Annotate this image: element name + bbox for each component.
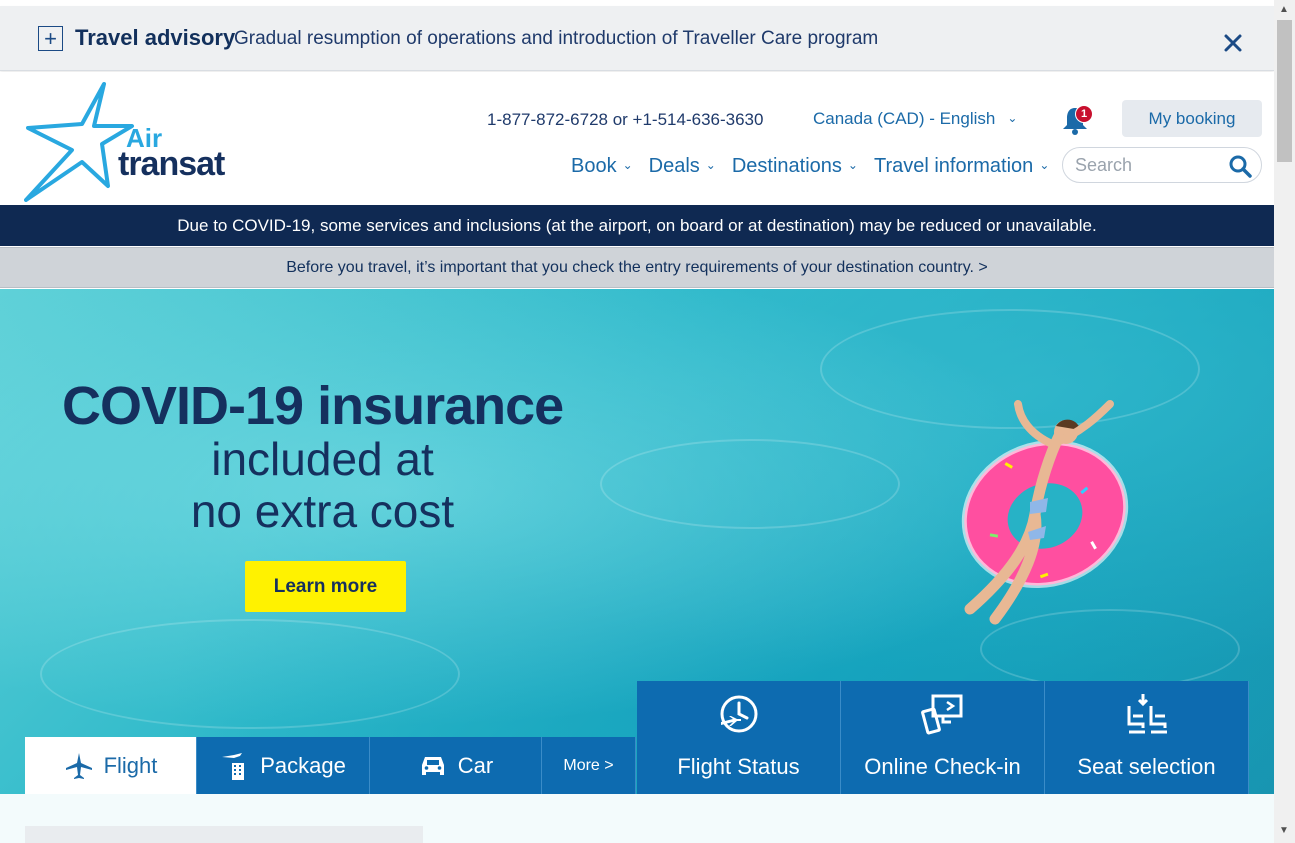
booking-tabs: Flight Package Car More > (25, 737, 636, 794)
nav-item-destinations[interactable]: Destinations ⌄ (732, 155, 858, 178)
quick-links: Flight Status Online Check-in Seat selec… (637, 681, 1249, 794)
chevron-down-icon: ⌄ (622, 158, 633, 172)
flight-status-button[interactable]: Flight Status (637, 681, 841, 794)
expand-icon[interactable]: + (38, 26, 63, 51)
quick-link-label: Online Check-in (864, 754, 1021, 779)
chevron-down-icon: ⌄ (1039, 158, 1050, 172)
svg-text:transat: transat (118, 145, 225, 183)
tab-label: Car (457, 752, 494, 778)
water-ripple (40, 619, 460, 729)
search-input[interactable] (1075, 154, 1225, 176)
quick-link-label: Flight Status (677, 754, 800, 779)
close-icon[interactable] (1220, 30, 1246, 56)
tab-label: Flight (103, 752, 158, 778)
nav-item-label: Travel information (873, 155, 1034, 177)
nav-item-travel-information[interactable]: Travel information ⌄ (874, 155, 1049, 178)
tab-car[interactable]: Car (370, 737, 542, 794)
donut-float-image (961, 400, 1129, 625)
scroll-down-icon[interactable]: ▼ (1279, 825, 1289, 836)
my-booking-button[interactable]: My booking (1122, 100, 1262, 137)
covid-notice-banner: Due to COVID-19, some services and inclu… (0, 205, 1274, 246)
learn-more-button[interactable]: Learn more (245, 561, 406, 612)
air-transat-logo[interactable]: Air transat (24, 82, 244, 202)
travel-advisory-bar: + Travel advisory Gradual resumption of … (0, 6, 1274, 71)
nav-item-label: Destinations (731, 155, 842, 177)
scroll-up-icon[interactable]: ▲ (1279, 4, 1289, 15)
clock-plane-icon (720, 695, 757, 733)
quick-link-label: Seat selection (1077, 754, 1216, 779)
locale-selector[interactable]: Canada (CAD) - English ⌄ (813, 109, 1017, 129)
search-icon[interactable] (1228, 154, 1252, 178)
nav-item-book[interactable]: Book ⌄ (571, 155, 633, 178)
entry-requirements-link[interactable]: Before you travel, it’s important that y… (0, 247, 1274, 288)
booking-form-card (25, 826, 423, 843)
chevron-down-icon: ⌄ (1007, 111, 1018, 125)
water-ripple (600, 439, 900, 529)
phone-numbers[interactable]: 1-877-872-6728 or +1-514-636-3630 (487, 110, 763, 130)
tab-flight[interactable]: Flight (25, 737, 197, 794)
scrollbar-thumb[interactable] (1277, 20, 1292, 162)
page-scrollbar[interactable]: ▲ ▼ (1274, 0, 1295, 843)
tab-more[interactable]: More > (542, 737, 636, 794)
search-box (1062, 147, 1262, 183)
checkin-icon (920, 694, 962, 735)
chevron-down-icon: ⌄ (847, 158, 858, 172)
hero-subline-1: included at (211, 433, 434, 485)
tab-label: Package (260, 752, 346, 778)
car-icon (421, 756, 444, 775)
seat-selection-button[interactable]: Seat selection (1045, 681, 1249, 794)
hero-headline: COVID-19 insurance (62, 376, 564, 436)
main-nav: Book ⌄ Deals ⌄ Destinations ⌄ Travel inform… (571, 155, 1065, 178)
chevron-down-icon: ⌄ (705, 158, 716, 172)
advisory-title[interactable]: Travel advisory (75, 25, 235, 51)
nav-item-label: Book (571, 155, 617, 177)
locale-label: Canada (CAD) - English (813, 109, 996, 128)
hero-subline-2: no extra cost (190, 485, 455, 537)
plane-icon (65, 752, 92, 779)
seat-icon (1127, 694, 1167, 734)
tab-package[interactable]: Package (197, 737, 370, 794)
page: + Travel advisory Gradual resumption of … (0, 0, 1274, 843)
online-check-in-button[interactable]: Online Check-in (841, 681, 1045, 794)
hotel-icon (222, 752, 245, 780)
nav-item-deals[interactable]: Deals ⌄ (649, 155, 716, 178)
nav-item-label: Deals (648, 155, 700, 177)
notification-badge: 1 (1075, 105, 1093, 123)
booking-panel (0, 794, 1274, 843)
advisory-text[interactable]: Gradual resumption of operations and int… (234, 28, 878, 50)
